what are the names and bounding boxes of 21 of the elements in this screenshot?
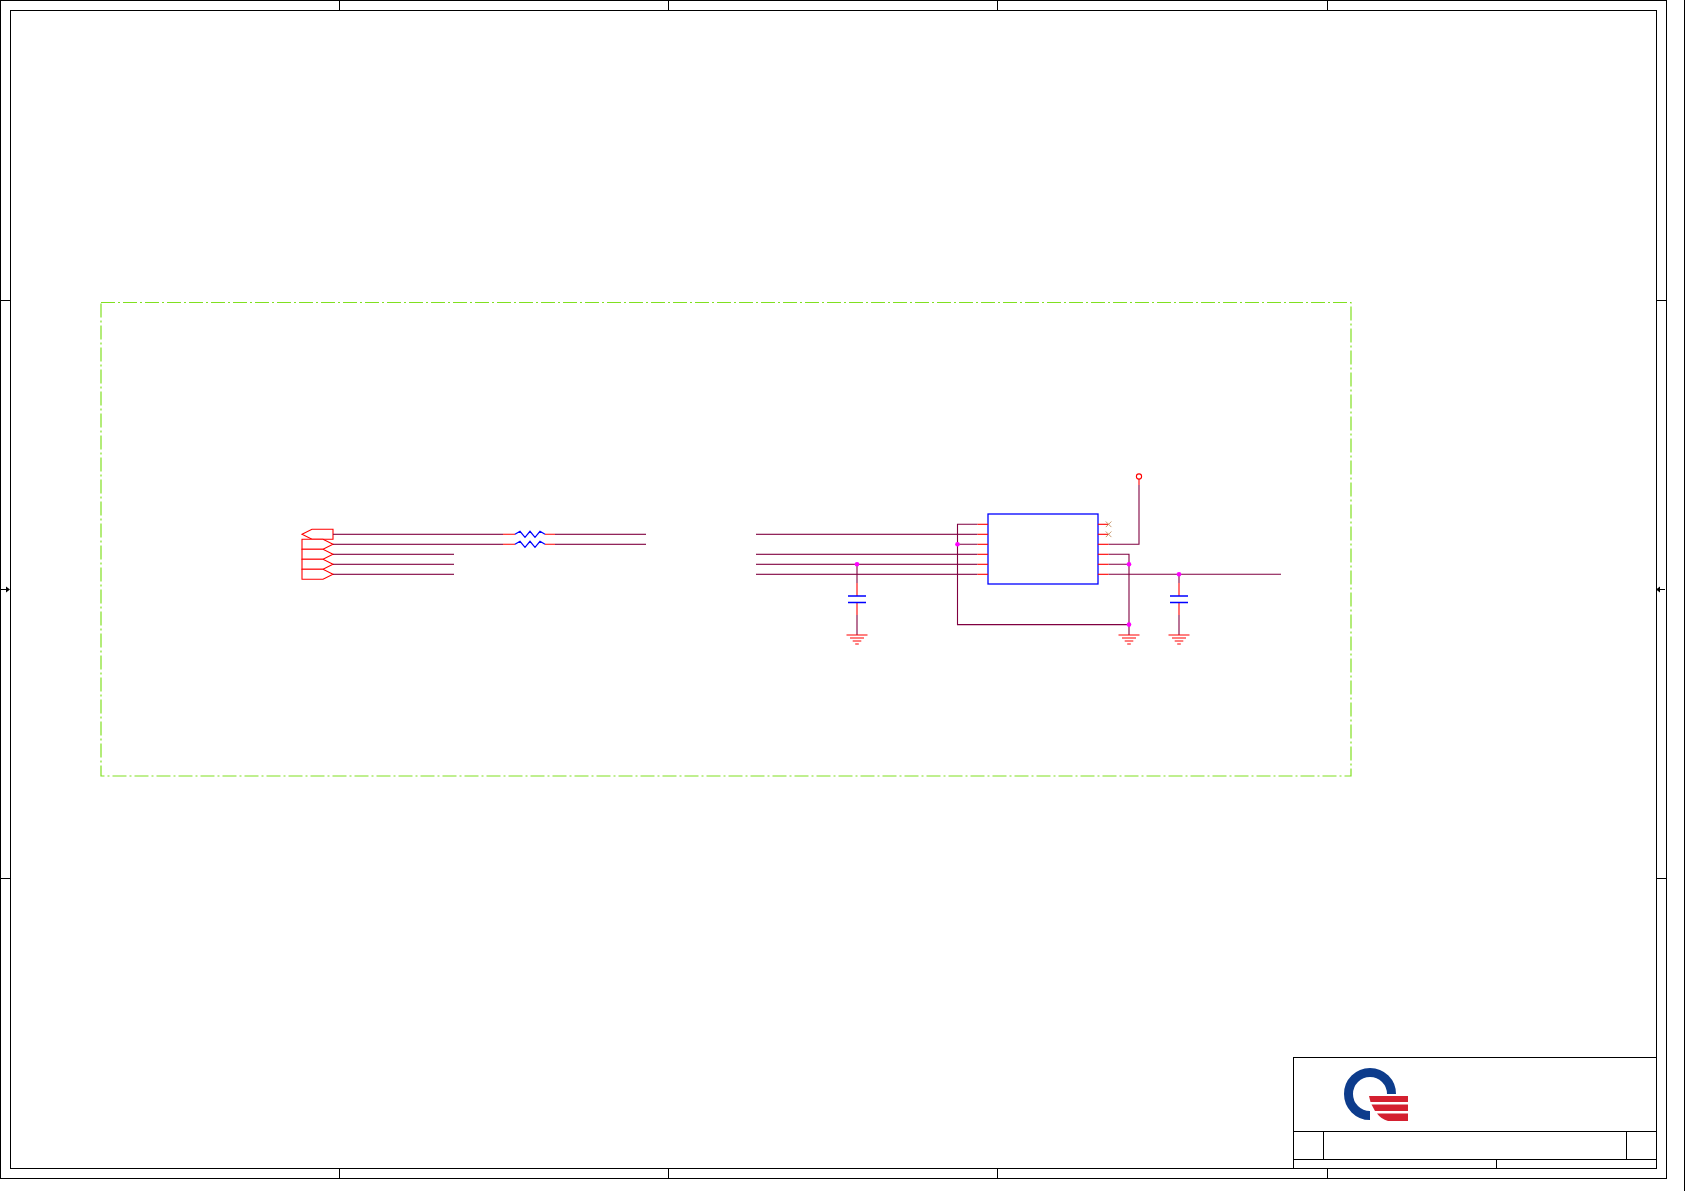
resistor-symbol [502,540,556,549]
port-symbol [300,528,334,540]
port-symbol [301,558,335,570]
junction-dot [854,562,860,567]
resistor-symbol [502,530,556,539]
capacitor-symbol [1169,582,1189,616]
ground-symbol [845,634,869,645]
junction-dot [1126,562,1132,567]
port-symbol [301,548,335,560]
port-symbol [301,568,335,580]
power-terminal [1135,473,1143,486]
ground-symbol [1117,634,1141,645]
wire [856,615,858,635]
ground-symbol [1167,634,1191,645]
wire [1178,615,1180,635]
port-symbol [301,538,335,550]
junction-dot [955,542,960,547]
ring-stripes-logo [1343,1067,1409,1122]
junction-dot [1126,622,1132,627]
junction-dot [1176,572,1182,577]
capacitor-symbol [847,582,867,616]
